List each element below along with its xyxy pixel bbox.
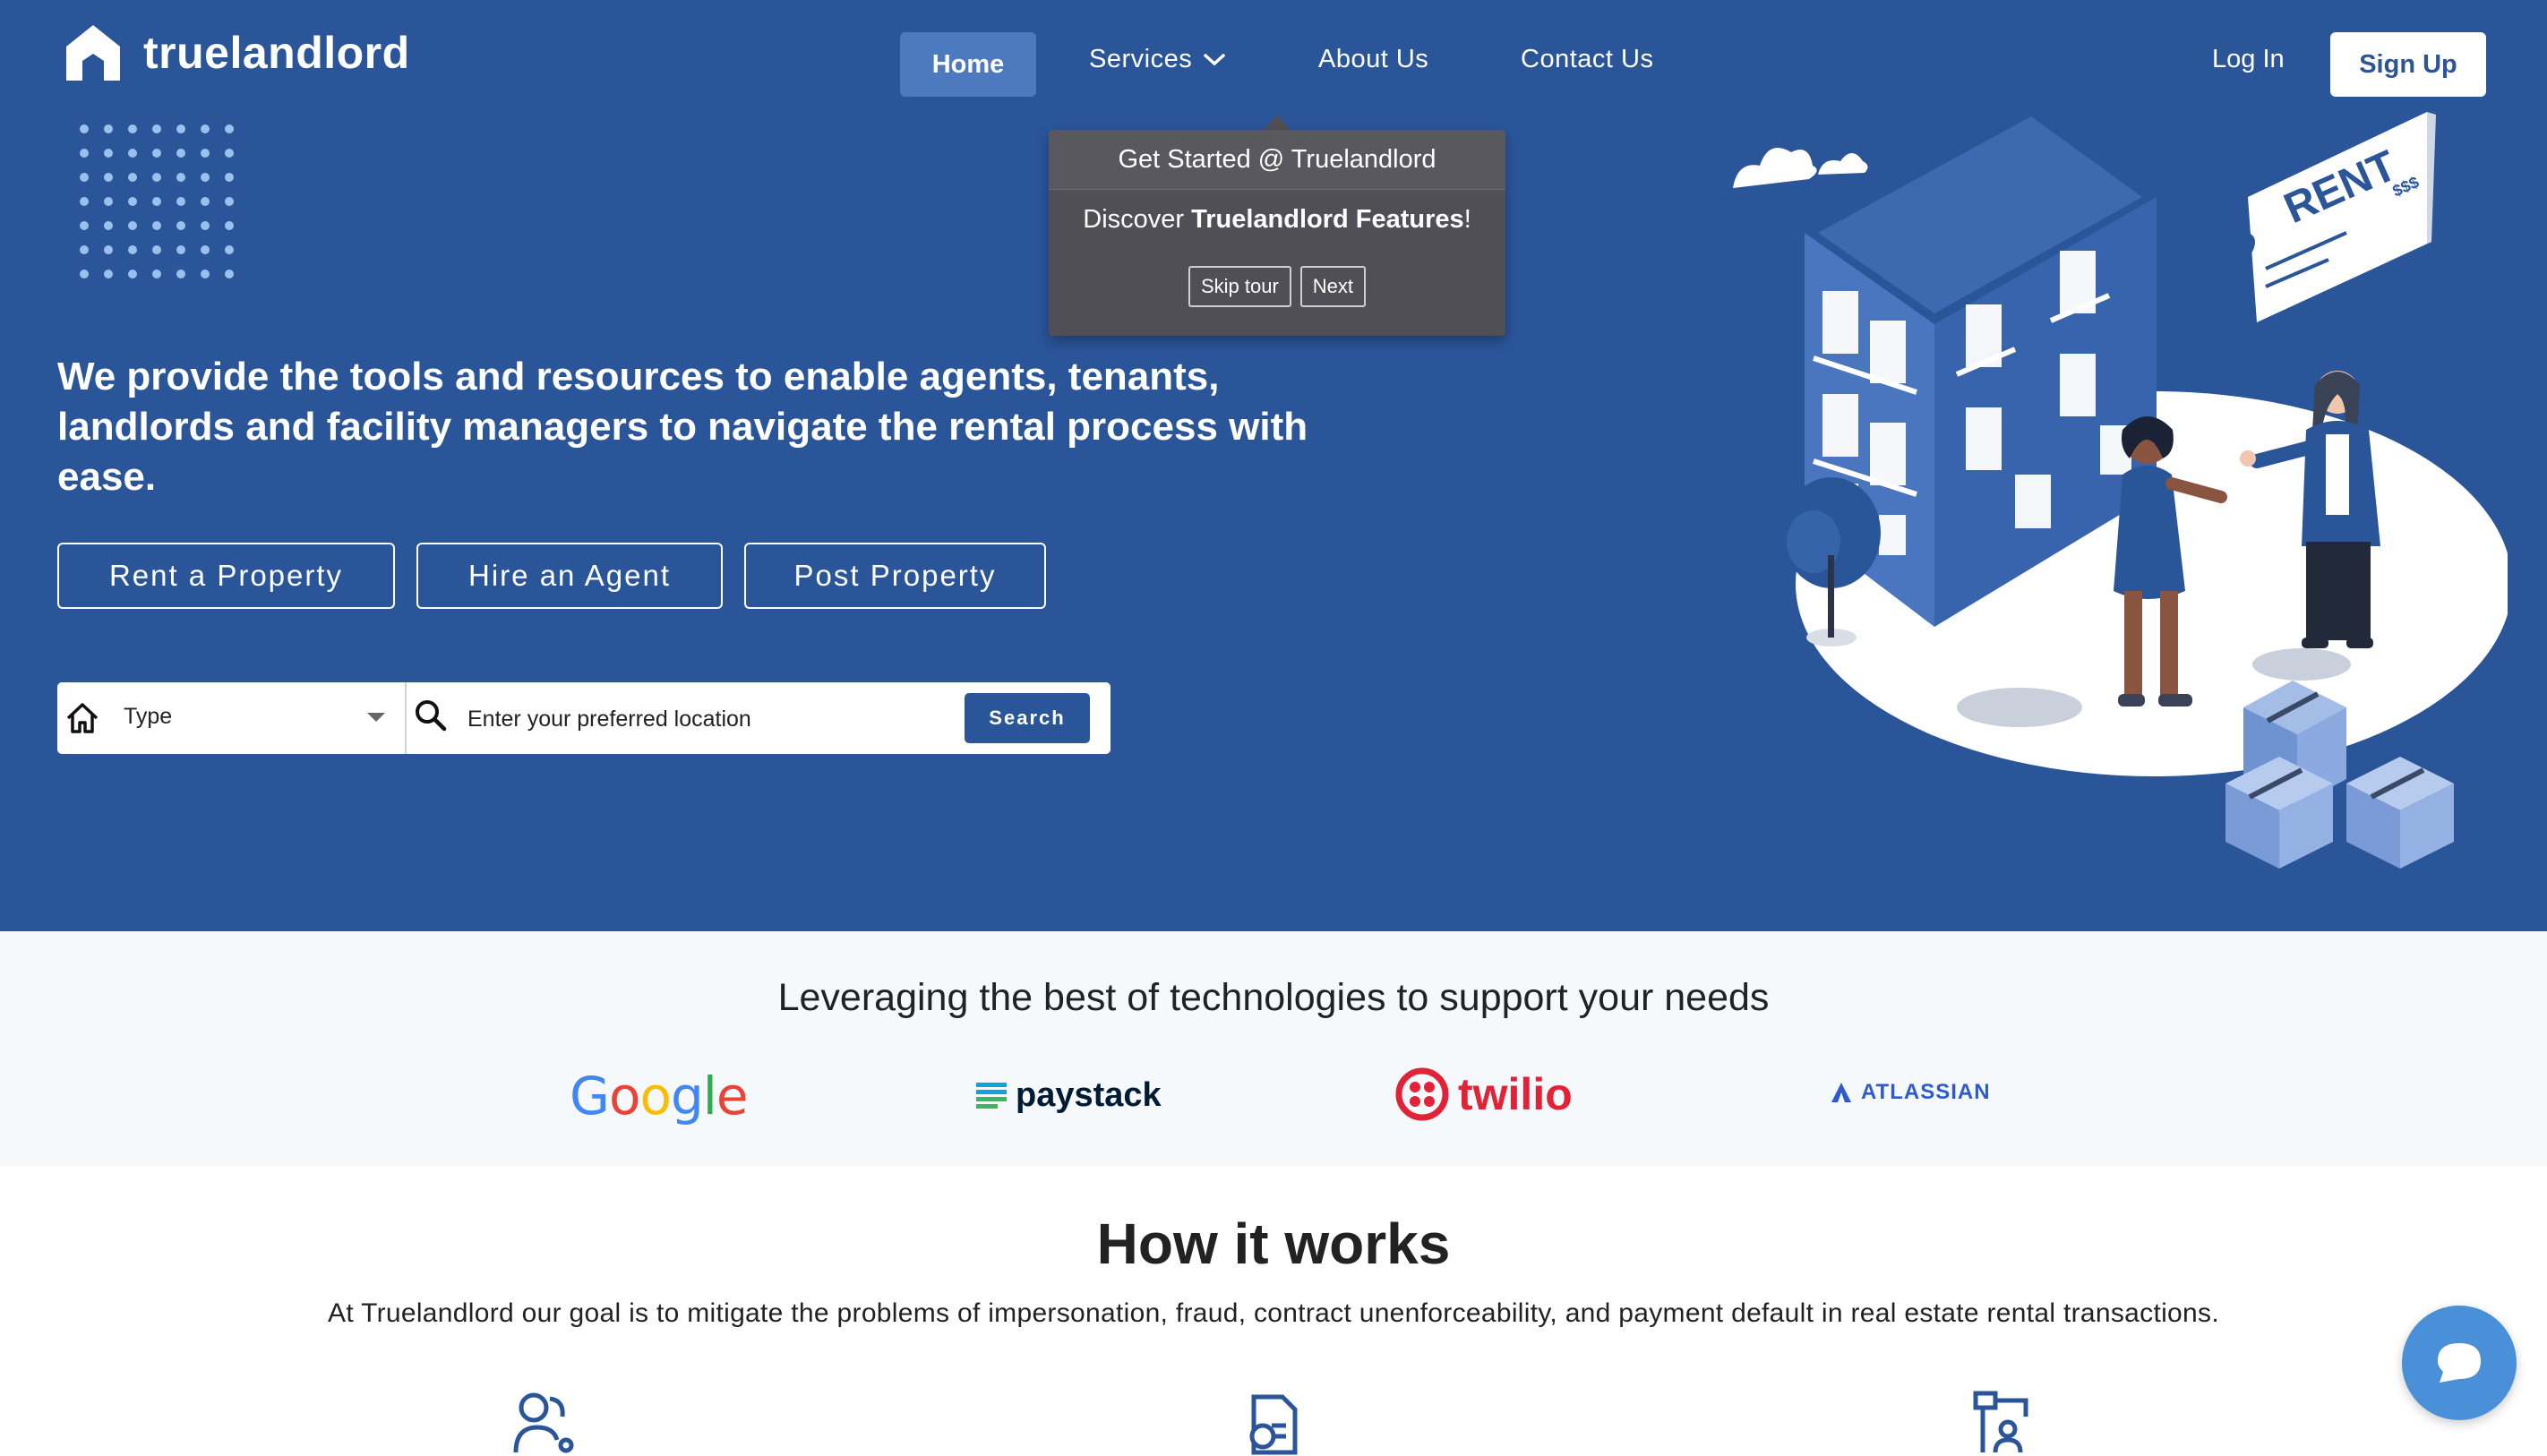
- tour-body-prefix: Discover: [1083, 205, 1192, 234]
- users-icon: [513, 1392, 574, 1453]
- paystack-wordmark: paystack: [1016, 1076, 1162, 1114]
- tour-body-bold: Truelandlord Features: [1191, 205, 1464, 234]
- technologies-title: Leveraging the best of technologies to s…: [777, 976, 1770, 1019]
- house-icon: [66, 703, 99, 733]
- dot-pattern: [80, 124, 234, 278]
- location-input[interactable]: [466, 689, 1007, 749]
- workflow-icon: [1973, 1391, 2028, 1453]
- paystack-logo: paystack: [976, 1076, 1162, 1115]
- login-link[interactable]: Log In: [2212, 45, 2285, 74]
- atlassian-wordmark: ATLASSIAN: [1861, 1080, 1991, 1104]
- google-wordmark: Google: [570, 1066, 749, 1126]
- hero-headline: We provide the tools and resources to en…: [57, 355, 1308, 499]
- nav-services-label: Services: [1089, 45, 1193, 73]
- tour-body-suffix: !: [1463, 205, 1471, 234]
- tour-buttons: Skip tour Next: [1049, 266, 1505, 307]
- atlassian-icon: [1831, 1083, 1851, 1102]
- search-icon: [416, 700, 447, 732]
- search-button[interactable]: Search: [965, 693, 1090, 743]
- type-select[interactable]: Type: [57, 682, 407, 754]
- chat-widget-button[interactable]: [2402, 1306, 2517, 1420]
- paystack-icon: [976, 1082, 1007, 1109]
- rental-illustration: RENT $$$: [1733, 106, 2508, 869]
- hire-agent-button[interactable]: Hire an Agent: [416, 543, 723, 609]
- next-button[interactable]: Next: [1299, 266, 1367, 307]
- document-search-icon: [1249, 1394, 1298, 1455]
- technologies-section: Leveraging the best of technologies to s…: [0, 931, 2547, 1166]
- tour-popover: Get Started @ Truelandlord Discover True…: [1049, 130, 1505, 336]
- nav-home[interactable]: Home: [900, 32, 1036, 97]
- signup-button[interactable]: Sign Up: [2330, 32, 2486, 97]
- property-search-bar: Type Search: [57, 682, 1111, 754]
- rent-property-button[interactable]: Rent a Property: [57, 543, 395, 609]
- nav-about[interactable]: About Us: [1318, 45, 1428, 74]
- how-it-works-title: How it works: [1096, 1212, 1451, 1276]
- nav-contact[interactable]: Contact Us: [1521, 45, 1653, 74]
- nav-services[interactable]: Services: [1089, 45, 1226, 74]
- twilio-wordmark: twilio: [1458, 1069, 1573, 1119]
- brand-name: truelandlord: [143, 28, 410, 78]
- tour-arrow: [1263, 115, 1291, 131]
- google-logo: Google: [570, 1066, 749, 1126]
- skip-tour-button[interactable]: Skip tour: [1188, 266, 1291, 307]
- post-property-button[interactable]: Post Property: [744, 543, 1046, 609]
- caret-down-icon: [367, 713, 385, 722]
- chevron-down-icon: [1204, 53, 1225, 65]
- how-it-works-subtitle: At Truelandlord our goal is to mitigate …: [328, 1298, 2219, 1328]
- tour-body: Discover Truelandlord Features!: [1049, 205, 1505, 235]
- twilio-logo: twilio: [1395, 1067, 1573, 1121]
- chat-icon: [2438, 1343, 2481, 1383]
- brand-logo[interactable]: truelandlord: [63, 21, 410, 84]
- tour-title: Get Started @ Truelandlord: [1049, 130, 1505, 190]
- atlassian-logo: ATLASSIAN: [1831, 1080, 1991, 1105]
- twilio-icon: [1395, 1067, 1449, 1121]
- home-logo-icon: [66, 25, 120, 81]
- type-select-value: Type: [124, 704, 173, 729]
